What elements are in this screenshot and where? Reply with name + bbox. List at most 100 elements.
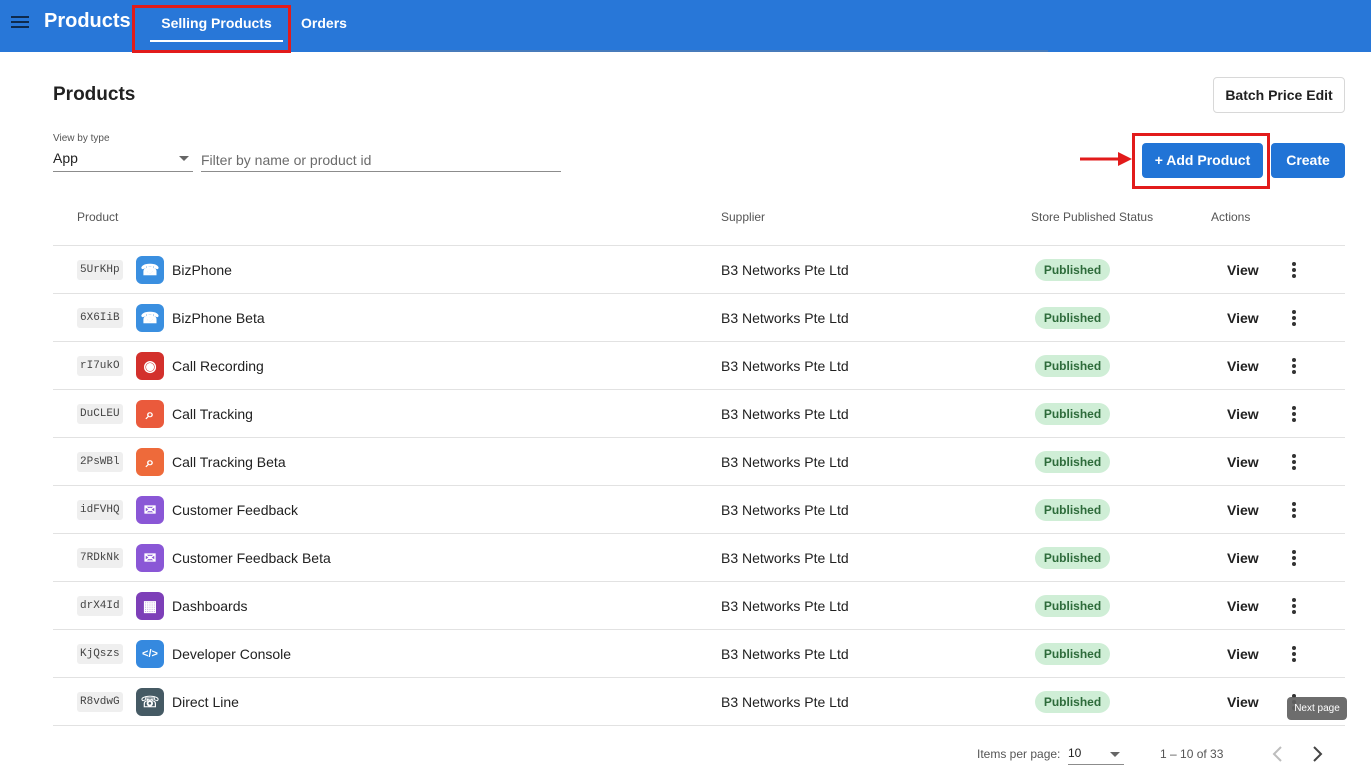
status-badge: Published [1035,691,1110,713]
product-name[interactable]: Customer Feedback Beta [172,550,331,566]
supplier-name: B3 Networks Pte Ltd [721,502,849,518]
supplier-name: B3 Networks Pte Ltd [721,262,849,278]
chevron-down-icon [179,156,189,161]
tracking-icon: ⌕ [136,448,164,476]
table-row[interactable]: rI7ukO ◉ Call Recording B3 Networks Pte Ltd… [53,342,1345,390]
product-id: DuCLEU [77,404,123,424]
product-id: 6X6IiB [77,308,123,328]
feedback-icon: ✉ [136,544,164,572]
product-name[interactable]: BizPhone Beta [172,310,265,326]
view-button[interactable]: View [1227,598,1259,614]
product-name[interactable]: Dashboards [172,598,248,614]
product-id: R8vdwG [77,692,123,712]
product-name[interactable]: Direct Line [172,694,239,710]
supplier-name: B3 Networks Pte Ltd [721,694,849,710]
previous-page-icon[interactable] [1270,745,1286,763]
more-vert-icon[interactable] [1289,260,1299,280]
table-row[interactable]: idFVHQ ✉ Customer Feedback B3 Networks Pte … [53,486,1345,534]
more-vert-icon[interactable] [1289,644,1299,664]
table-row[interactable]: 2PsWBl ⌕ Call Tracking Beta B3 Networks Pte… [53,438,1345,486]
items-per-page-select[interactable]: 10 [1068,743,1124,765]
table-row[interactable]: 7RDkNk ✉ Customer Feedback Beta B3 Networks… [53,534,1345,582]
view-button[interactable]: View [1227,310,1259,326]
product-name[interactable]: Developer Console [172,646,291,662]
status-badge: Published [1035,595,1110,617]
table-row[interactable]: drX4Id ▦ Dashboards B3 Networks Pte Ltd Publ… [53,582,1345,630]
phone-icon: ☎ [136,304,164,332]
tracking-icon: ⌕ [136,400,164,428]
view-button[interactable]: View [1227,454,1259,470]
product-name[interactable]: Call Tracking Beta [172,454,286,470]
status-badge: Published [1035,643,1110,665]
product-name[interactable]: BizPhone [172,262,232,278]
status-badge: Published [1035,547,1110,569]
supplier-name: B3 Networks Pte Ltd [721,598,849,614]
column-header-product[interactable]: Product [77,210,118,224]
view-by-type-select[interactable]: App [53,148,193,172]
next-page-tooltip: Next page [1287,697,1347,720]
view-button[interactable]: View [1227,550,1259,566]
status-badge: Published [1035,451,1110,473]
product-name[interactable]: Customer Feedback [172,502,298,518]
product-id: 5UrKHp [77,260,123,280]
view-by-type-label: View by type [53,133,110,144]
column-header-supplier[interactable]: Supplier [721,210,765,224]
filter-input[interactable] [201,148,561,172]
feedback-icon: ✉ [136,496,164,524]
menu-icon[interactable] [11,13,29,31]
more-vert-icon[interactable] [1289,452,1299,472]
direct-line-icon: ☏ [136,688,164,716]
pagination-range: 1 – 10 of 33 [1160,747,1224,761]
page-title: Products [53,84,136,105]
view-button[interactable]: View [1227,262,1259,278]
more-vert-icon[interactable] [1289,308,1299,328]
supplier-name: B3 Networks Pte Ltd [721,358,849,374]
status-badge: Published [1035,307,1110,329]
column-header-actions: Actions [1211,210,1251,224]
product-name[interactable]: Call Tracking [172,406,253,422]
view-button[interactable]: View [1227,358,1259,374]
more-vert-icon[interactable] [1289,500,1299,520]
product-id: 2PsWBl [77,452,123,472]
items-per-page-label: Items per page: [977,747,1061,761]
view-button[interactable]: View [1227,694,1259,710]
dashboard-icon: ▦ [136,592,164,620]
create-button[interactable]: Create [1271,143,1345,178]
supplier-name: B3 Networks Pte Ltd [721,550,849,566]
batch-price-edit-button[interactable]: Batch Price Edit [1213,77,1345,113]
tab-orders[interactable]: Orders [290,0,358,48]
items-per-page-value: 10 [1068,746,1082,760]
loading-bar [350,50,1048,52]
product-id: KjQszs [77,644,123,664]
table-row[interactable]: R8vdwG ☏ Direct Line B3 Networks Pte Ltd Pub… [53,678,1345,726]
supplier-name: B3 Networks Pte Ltd [721,454,849,470]
more-vert-icon[interactable] [1289,356,1299,376]
table-row[interactable]: 6X6IiB ☎ BizPhone Beta B3 Networks Pte Ltd P… [53,294,1345,342]
supplier-name: B3 Networks Pte Ltd [721,646,849,662]
product-id: idFVHQ [77,500,123,520]
product-id: 7RDkNk [77,548,123,568]
add-product-button[interactable]: + Add Product [1142,143,1263,178]
table-row[interactable]: KjQszs </> Developer Console B3 Networks Pt… [53,630,1345,678]
next-page-icon[interactable] [1309,745,1325,763]
more-vert-icon[interactable] [1289,596,1299,616]
more-vert-icon[interactable] [1289,404,1299,424]
column-header-status[interactable]: Store Published Status [1031,210,1153,224]
table-row[interactable]: DuCLEU ⌕ Call Tracking B3 Networks Pte Ltd P… [53,390,1345,438]
supplier-name: B3 Networks Pte Ltd [721,406,849,422]
chevron-down-icon [1110,752,1120,757]
view-button[interactable]: View [1227,502,1259,518]
phone-icon: ☎ [136,256,164,284]
view-button[interactable]: View [1227,406,1259,422]
supplier-name: B3 Networks Pte Ltd [721,310,849,326]
more-vert-icon[interactable] [1289,548,1299,568]
status-badge: Published [1035,259,1110,281]
status-badge: Published [1035,355,1110,377]
app-title: Products [44,10,131,32]
status-badge: Published [1035,403,1110,425]
recording-icon: ◉ [136,352,164,380]
product-name[interactable]: Call Recording [172,358,264,374]
table-row[interactable]: 5UrKHp ☎ BizPhone B3 Networks Pte Ltd Publis… [53,246,1345,294]
view-button[interactable]: View [1227,646,1259,662]
code-icon: </> [136,640,164,668]
